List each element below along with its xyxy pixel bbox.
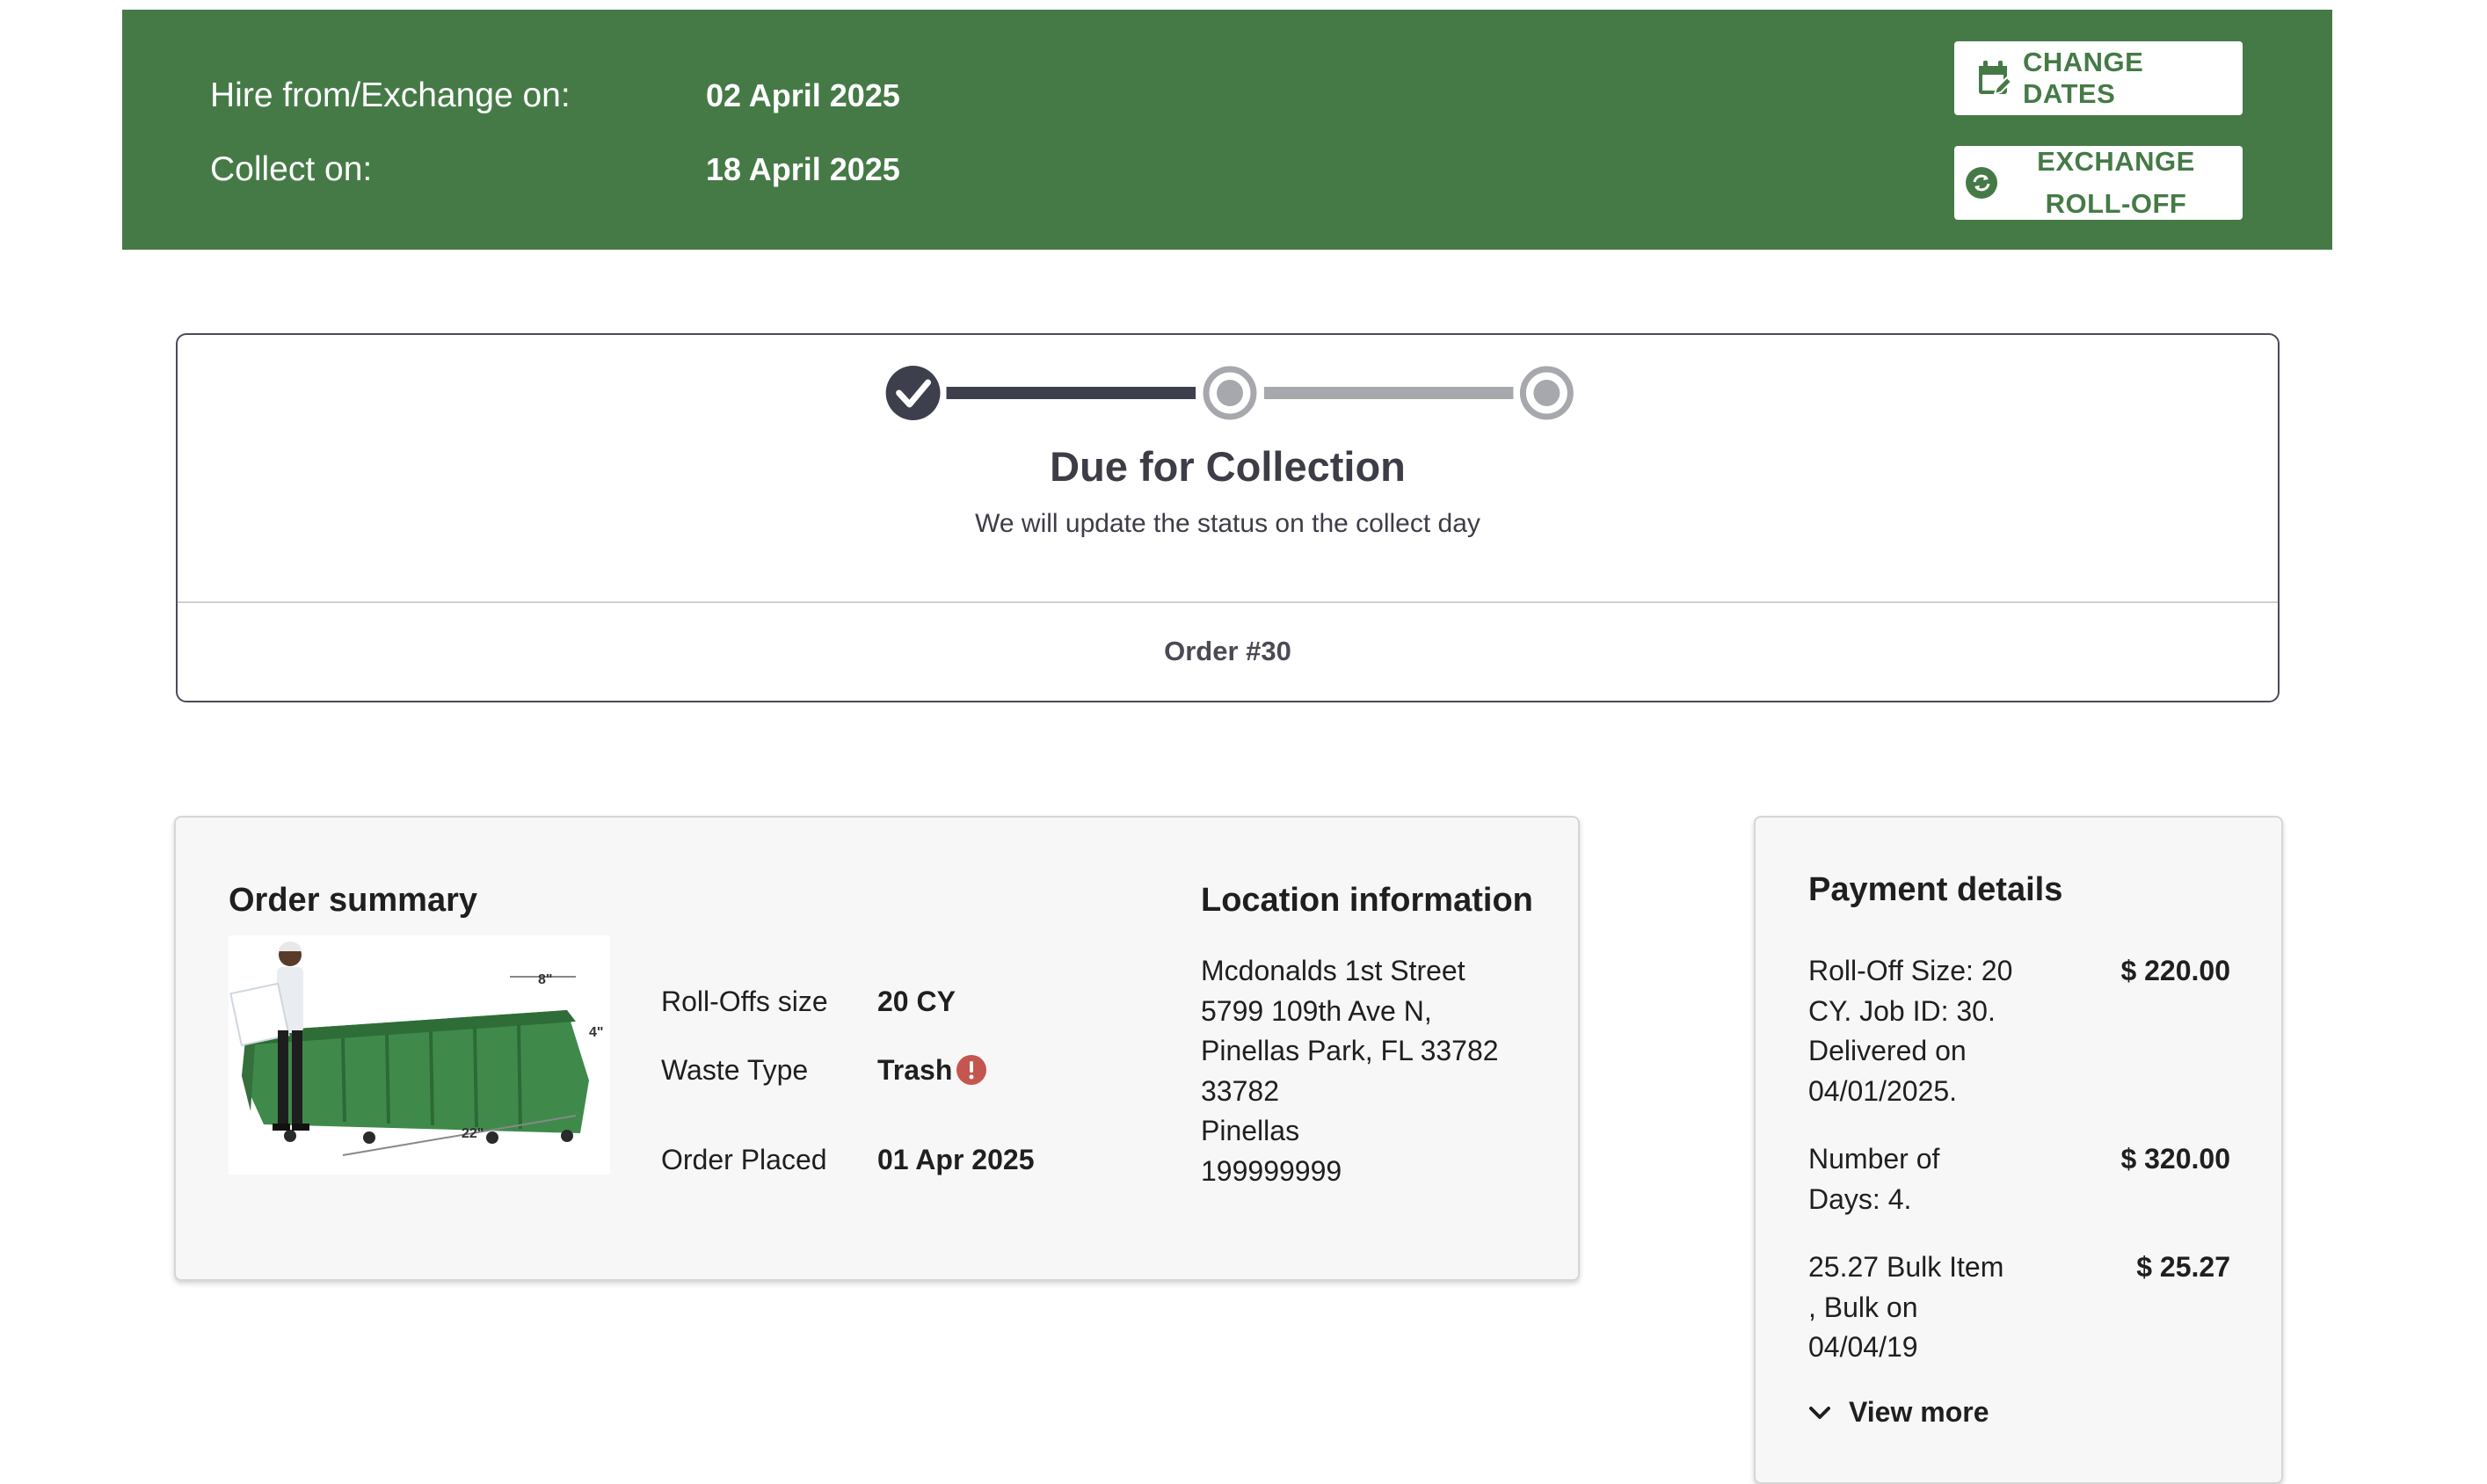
waste-type-value: Trash — [877, 1054, 987, 1087]
spec-row-order-placed: Order Placed 01 Apr 2025 — [661, 1125, 1034, 1194]
collect-date-value: 18 April 2025 — [706, 151, 900, 187]
hire-date-label: Hire from/Exchange on: — [210, 76, 571, 114]
chevron-down-icon — [1808, 1405, 1831, 1421]
change-dates-label: CHANGE DATES — [2023, 47, 2144, 109]
payment-item-description: Number of Days: 4. — [1808, 1139, 2046, 1219]
location-line: 33782 — [1201, 1074, 1279, 1107]
status-subtitle: We will update the status on the collect… — [975, 509, 1480, 538]
change-dates-button[interactable]: CHANGE DATES — [1954, 41, 2243, 115]
payment-desc-line: , Bulk on — [1808, 1291, 1918, 1323]
status-title: Due for Collection — [1050, 443, 1406, 490]
spec-row-waste: Waste Type Trash — [661, 1036, 1034, 1104]
roll-off-size-value: 20 CY — [877, 985, 956, 1017]
hire-date-value: 02 April 2025 — [706, 77, 900, 113]
order-summary-card: Order summary Location information 8" 4"… — [174, 816, 1580, 1281]
order-placed-value: 01 Apr 2025 — [877, 1143, 1035, 1175]
exchange-label-line2: ROLL-OFF — [2045, 188, 2187, 219]
payment-item-amount: $ 25.27 — [2136, 1251, 2230, 1283]
dimension-length: 22" — [462, 1126, 484, 1141]
payment-desc-line: Delivered on — [1808, 1035, 1967, 1066]
warning-icon[interactable] — [956, 1054, 987, 1086]
collect-date-label: Collect on: — [210, 150, 373, 188]
exchange-label-line1: EXCHANGE — [2037, 146, 2195, 177]
location-line: 199999999 — [1201, 1154, 1342, 1187]
hire-dates: Hire from/Exchange on: 02 April 2025 Col… — [210, 59, 900, 207]
step-1-complete-icon — [885, 366, 941, 420]
location-heading: Location information — [1201, 882, 1533, 919]
roll-off-dumpster-image: 8" 4" 22" — [229, 935, 610, 1175]
payment-item-description: Roll-Off Size: 20 CY. Job ID: 30. Delive… — [1808, 951, 2046, 1111]
divider — [178, 601, 2278, 603]
payment-desc-line: 04/04/19 — [1808, 1331, 1918, 1363]
waste-type-label: Waste Type — [661, 1053, 809, 1086]
order-number: Order #30 — [1164, 636, 1291, 666]
location-line: 5799 109th Ave N, — [1201, 994, 1432, 1027]
progress-stepper — [885, 366, 1574, 420]
step-2-pending-icon — [1203, 366, 1257, 420]
payment-item: Number of Days: 4. $ 320.00 — [1808, 1139, 2230, 1219]
payment-desc-line: Roll-Off Size: 20 — [1808, 955, 2013, 986]
payment-desc-line: Days: 4. — [1808, 1182, 1912, 1215]
waste-type-text: Trash — [877, 1053, 953, 1086]
payment-details-card: Payment details Roll-Off Size: 20 CY. Jo… — [1754, 816, 2283, 1484]
roll-off-size-label: Roll-Offs size — [661, 985, 828, 1017]
payment-desc-line: Number of — [1808, 1143, 1940, 1175]
exchange-roll-off-button[interactable]: EXCHANGE ROLL-OFF — [1954, 146, 2243, 220]
dimension-top: 8" — [538, 972, 552, 987]
calendar-edit-icon — [1977, 59, 2012, 98]
payment-desc-line: 25.27 Bulk Item — [1808, 1251, 2004, 1283]
step-3-pending-icon — [1519, 366, 1574, 420]
payment-item: 25.27 Bulk Item , Bulk on 04/04/19 $ 25.… — [1808, 1248, 2230, 1368]
view-more-button[interactable]: View more — [1808, 1396, 1989, 1429]
location-address: Mcdonalds 1st Street 5799 109th Ave N, P… — [1201, 951, 1499, 1191]
payment-item-description: 25.27 Bulk Item , Bulk on 04/04/19 — [1808, 1248, 2046, 1368]
payment-details-heading: Payment details — [1808, 871, 2063, 908]
exchange-roll-off-label: EXCHANGE ROLL-OFF — [1998, 141, 2243, 225]
payment-desc-line: 04/01/2025. — [1808, 1074, 1958, 1107]
dimension-side: 4" — [589, 1025, 603, 1040]
spec-row-size: Roll-Offs size 20 CY — [661, 967, 1034, 1036]
order-specs: Roll-Offs size 20 CY Waste Type Trash Or… — [661, 967, 1034, 1194]
order-placed-label: Order Placed — [661, 1143, 827, 1175]
payment-item: Roll-Off Size: 20 CY. Job ID: 30. Delive… — [1808, 951, 2230, 1111]
payment-desc-line: CY. Job ID: 30. — [1808, 994, 1996, 1027]
view-more-label: View more — [1849, 1396, 1989, 1428]
date-banner: Hire from/Exchange on: 02 April 2025 Col… — [122, 10, 2332, 250]
location-line: Pinellas Park, FL 33782 — [1201, 1035, 1499, 1066]
order-summary-heading: Order summary — [229, 882, 478, 919]
hire-date-row: Hire from/Exchange on: 02 April 2025 — [210, 59, 900, 133]
location-line: Mcdonalds 1st Street — [1201, 955, 1465, 986]
payment-item-amount: $ 220.00 — [2120, 955, 2230, 986]
exchange-icon — [1965, 166, 1998, 200]
order-status-card: Due for Collection We will update the st… — [176, 333, 2280, 702]
location-line: Pinellas — [1201, 1115, 1300, 1146]
payment-item-amount: $ 320.00 — [2120, 1143, 2230, 1175]
collect-date-row: Collect on: 18 April 2025 — [210, 133, 900, 207]
